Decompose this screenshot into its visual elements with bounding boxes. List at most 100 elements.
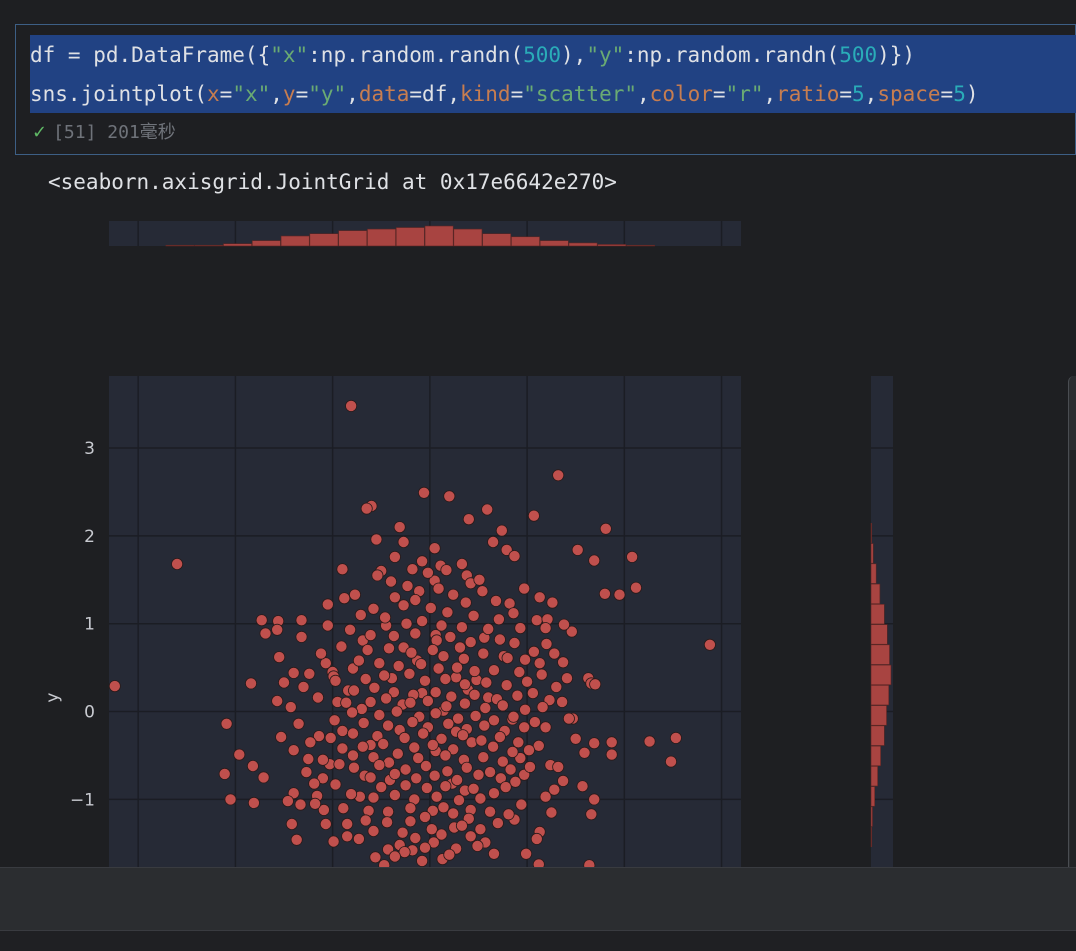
scatter-point — [364, 771, 377, 784]
code-line-2[interactable]: sns.jointplot(x="x",y="y",data=df,kind="… — [30, 75, 1076, 114]
scatter-point — [576, 780, 589, 793]
scatter-point — [345, 399, 358, 412]
scatter-point — [321, 598, 334, 611]
code-token: , — [763, 82, 777, 106]
scatter-point — [426, 738, 439, 751]
scatter-point — [396, 826, 409, 839]
histogram-bar-x — [367, 228, 396, 247]
scatter-point — [508, 636, 521, 649]
code-cell[interactable]: df = pd.DataFrame({"x":np.random.randn(5… — [15, 24, 1076, 155]
scatter-point — [375, 781, 388, 794]
scatter-point — [441, 765, 454, 778]
scatter-point — [432, 662, 445, 675]
scatter-point — [429, 707, 442, 720]
scatter-point — [489, 594, 502, 607]
scatter-point — [526, 687, 539, 700]
scatter-point — [354, 608, 367, 621]
scatter-point — [319, 818, 332, 831]
histogram-bar-y — [870, 826, 873, 848]
scrollbar-thumb[interactable] — [1070, 450, 1076, 870]
code-token: :np.random.randn( — [624, 43, 840, 67]
histogram-bar-y — [870, 786, 876, 807]
scatter-point — [426, 643, 439, 656]
scatter-point — [295, 630, 308, 643]
histogram-bar-y — [870, 766, 878, 787]
scatter-point — [484, 766, 497, 779]
histogram-bar-y — [870, 604, 885, 625]
scatter-point — [456, 729, 469, 742]
scatter-point — [388, 789, 401, 802]
code-token: "x" — [232, 82, 271, 106]
scatter-point — [300, 766, 313, 779]
scatter-point — [397, 535, 410, 548]
scatter-point — [487, 847, 500, 860]
code-token: space — [877, 82, 941, 106]
scatter-point — [472, 768, 485, 781]
scatter-point — [384, 575, 397, 588]
scatter-point — [397, 599, 410, 612]
scatter-point — [435, 828, 448, 841]
scatter-point — [475, 734, 488, 747]
scatter-point — [352, 832, 365, 845]
histogram-bar-y — [870, 705, 887, 726]
scatter-point — [487, 787, 500, 800]
y-tick-label: 1 — [84, 615, 95, 635]
scatter-point — [401, 579, 414, 592]
scatter-point — [459, 596, 472, 609]
scatter-point — [346, 727, 359, 740]
scatter-point — [378, 669, 391, 682]
scatter-point — [460, 761, 473, 774]
scatter-point — [487, 740, 500, 753]
scatter-point — [548, 647, 561, 660]
scatter-point — [561, 672, 574, 685]
scatter-point — [369, 851, 382, 864]
code-token: "y" — [586, 43, 625, 67]
histogram-bar-x — [280, 235, 310, 247]
scatter-point — [336, 724, 349, 737]
scatter-point — [257, 771, 270, 784]
scatter-point — [399, 763, 412, 776]
scatter-point — [399, 779, 412, 792]
histogram-bar-y — [870, 583, 881, 605]
scatter-point — [493, 633, 506, 646]
histogram-bar-y — [870, 806, 873, 827]
scatter-point — [605, 736, 618, 749]
scatter-point — [495, 524, 508, 537]
execution-status: ✓ [51] 201毫秒 — [32, 121, 176, 145]
code-token: , — [346, 82, 359, 106]
scatter-point — [479, 701, 492, 714]
scatter-point — [491, 817, 504, 830]
scatter-point — [455, 557, 468, 570]
scatter-point — [484, 805, 497, 818]
scatter-point — [569, 732, 582, 745]
scatter-point — [416, 555, 429, 568]
scatter-point — [316, 753, 329, 766]
scatter-point — [552, 469, 565, 482]
scatter-point — [341, 818, 354, 831]
histogram-bar-y — [870, 563, 877, 584]
scatter-point — [314, 647, 327, 660]
scatter-point — [302, 753, 315, 766]
scatter-point — [515, 798, 528, 811]
code-token: "y" — [308, 82, 347, 106]
scatter-point — [406, 563, 419, 576]
scatter-point — [521, 675, 534, 688]
scatter-point — [421, 566, 434, 579]
scatter-point — [415, 658, 428, 671]
scatter-point — [416, 854, 429, 867]
scatter-point — [451, 661, 464, 674]
histogram-bar-x — [395, 227, 425, 247]
code-line-1[interactable]: df = pd.DataFrame({"x":np.random.randn(5… — [30, 36, 1076, 75]
scatter-point — [333, 758, 346, 771]
scatter-point — [442, 717, 455, 730]
scatter-point — [437, 801, 450, 814]
scatter-point — [589, 678, 602, 691]
scatter-point — [360, 502, 373, 515]
code-token: :np.random.randn( — [308, 43, 524, 67]
scatter-point — [585, 808, 598, 821]
scatter-point — [588, 737, 601, 750]
scatter-point — [336, 563, 349, 576]
scatter-point — [368, 681, 381, 694]
scatter-point — [345, 788, 358, 801]
scatter-point — [357, 716, 370, 729]
